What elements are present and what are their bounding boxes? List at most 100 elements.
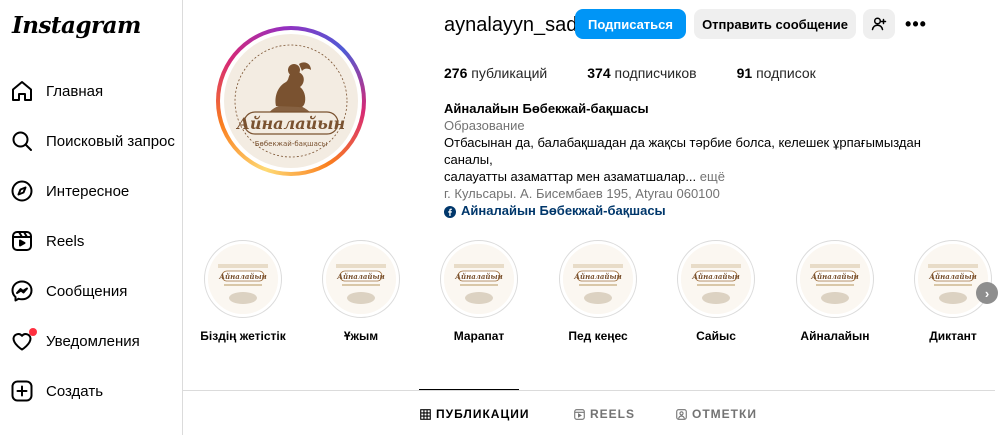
highlight-thumb-text: Айналайын (573, 272, 621, 281)
highlight-item[interactable]: Айналайын Сайыс (677, 240, 755, 343)
bio-text-line2: салауатты азаматтар мен азаматшалар... (444, 169, 697, 184)
highlight-thumb-text: Айналайын (928, 272, 976, 281)
compass-icon (10, 179, 34, 203)
profile-username: aynalayyn_sad (444, 14, 578, 36)
bio-link-text: Айналайын Бөбекжай-бақшасы (461, 203, 666, 218)
sidebar-item-label: Reels (46, 232, 85, 250)
more-options-button[interactable]: ••• (905, 13, 927, 35)
highlight-ring: Айналайын (322, 240, 400, 318)
highlight-thumb-text: Айналайын (691, 272, 739, 281)
facebook-icon (444, 205, 456, 218)
bio-text-line2-wrap: салауатты азаматтар мен азаматшалар... е… (444, 168, 964, 185)
highlight-label: Ұжым (343, 329, 379, 343)
highlight-item[interactable]: Айналайын Ұжым (322, 240, 400, 343)
bio-full-name: Айналайын Бөбекжай-бақшасы (444, 101, 649, 116)
avatar-ring-gap: Айналайын Бөбекжай-бақшасы (220, 30, 362, 172)
posts-label: публикаций (471, 65, 548, 81)
tagged-icon (676, 408, 687, 420)
avatar-logo-image: Айналайын Бөбекжай-бақшасы (224, 34, 358, 168)
profile-stats: 276 публикаций 374 подписчиков 91 подпис… (444, 65, 856, 81)
posts-count: 276 (444, 65, 468, 81)
profile-avatar[interactable]: Айналайын Бөбекжай-бақшасы (216, 26, 366, 176)
highlight-ring: Айналайын (204, 240, 282, 318)
followers-count: 374 (587, 65, 611, 81)
highlight-ring: Айналайын (559, 240, 637, 318)
following-stat[interactable]: 91 подписок (737, 65, 816, 81)
grid-icon (420, 408, 431, 420)
tab-label: ОТМЕТКИ (692, 407, 757, 421)
tab-reels[interactable]: REELS (574, 407, 635, 421)
sidebar-item-notifications[interactable]: Уведомления (10, 321, 140, 361)
highlight-label: Пед кеңес (568, 329, 628, 343)
highlight-thumb-text: Айналайын (810, 272, 858, 281)
highlight-item[interactable]: Айналайын Біздің жетістік (200, 240, 286, 343)
sidebar-item-label: Главная (46, 82, 104, 100)
highlight-thumb-text: Айналайын (218, 272, 266, 281)
highlight-thumbnail: Айналайын (918, 244, 988, 314)
bio-text-line1: Отбасынан да, балабақшадан да жақсы тәрб… (444, 135, 921, 167)
instagram-logo[interactable]: Instagram (12, 12, 141, 39)
followers-label: подписчиков (614, 65, 697, 81)
highlight-thumbnail: Айналайын (681, 244, 751, 314)
highlight-label: Айналайын (800, 329, 870, 343)
highlight-thumbnail: Айналайын (563, 244, 633, 314)
highlight-item[interactable]: Айналайын Марапат (440, 240, 518, 343)
highlight-label: Сайыс (696, 329, 736, 343)
tab-posts[interactable]: ПУБЛИКАЦИИ (420, 407, 529, 421)
tab-tagged[interactable]: ОТМЕТКИ (676, 407, 757, 421)
highlight-label: Диктант (929, 329, 977, 343)
bio-category: Образование (444, 118, 525, 133)
highlight-thumbnail: Айналайын (326, 244, 396, 314)
bio-facebook-link[interactable]: Айналайын Бөбекжай-бақшасы (444, 202, 964, 219)
suggest-users-button[interactable] (863, 9, 895, 39)
tab-label: ПУБЛИКАЦИИ (436, 407, 530, 421)
reels-icon (574, 408, 585, 420)
home-icon (10, 79, 34, 103)
search-icon (10, 129, 34, 153)
highlight-ring: Айналайын (677, 240, 755, 318)
send-message-button[interactable]: Отправить сообщение (694, 9, 856, 39)
highlight-ring: Айналайын (914, 240, 992, 318)
notification-dot (29, 328, 37, 336)
add-user-icon (871, 16, 887, 32)
sidebar-item-label: Создать (46, 382, 104, 400)
avatar-title-text: Айналайын (236, 114, 345, 133)
tabs-divider (183, 390, 995, 391)
following-count: 91 (736, 65, 753, 81)
bio-more-link[interactable]: ещё (700, 169, 725, 184)
highlights-next-button[interactable]: › (976, 282, 998, 304)
sidebar-item-messages[interactable]: Сообщения (10, 271, 127, 311)
sidebar-item-label: Уведомления (46, 332, 140, 350)
highlight-ring: Айналайын (440, 240, 518, 318)
highlight-item[interactable]: Айналайын Айналайын (796, 240, 874, 343)
highlight-ring: Айналайын (796, 240, 874, 318)
posts-stat: 276 публикаций (444, 65, 547, 81)
highlight-label: Біздің жетістік (200, 329, 286, 343)
follow-button[interactable]: Подписаться (575, 9, 686, 39)
followers-stat[interactable]: 374 подписчиков (587, 65, 696, 81)
highlight-thumbnail: Айналайын (800, 244, 870, 314)
tab-label: REELS (590, 407, 636, 421)
bio-address[interactable]: г. Кульсары. А. Бисембаев 195, Atyrau 06… (444, 185, 964, 202)
highlight-thumbnail: Айналайын (208, 244, 278, 314)
reels-icon (10, 229, 34, 253)
messenger-icon (10, 279, 34, 303)
sidebar-item-reels[interactable]: Reels (10, 221, 84, 261)
sidebar-item-explore[interactable]: Интересное (10, 171, 129, 211)
chevron-right-icon: › (984, 285, 990, 301)
highlight-thumb-text: Айналайын (454, 272, 502, 281)
heart-icon (10, 328, 37, 353)
highlight-thumbnail: Айналайын (444, 244, 514, 314)
sidebar: Instagram Главная Поисковый запрос Интер… (0, 0, 183, 435)
profile-bio: Айналайын Бөбекжай-бақшасы Образование О… (444, 100, 964, 219)
highlight-thumb-text: Айналайын (336, 272, 384, 281)
sidebar-item-home[interactable]: Главная (10, 71, 103, 111)
sidebar-item-create[interactable]: Создать (10, 371, 103, 411)
sidebar-item-label: Поисковый запрос (46, 132, 175, 150)
sidebar-item-search[interactable]: Поисковый запрос (10, 121, 175, 161)
active-tab-indicator (419, 389, 519, 390)
highlight-label: Марапат (453, 329, 505, 343)
plus-square-icon (10, 379, 34, 403)
highlight-item[interactable]: Айналайын Пед кеңес (559, 240, 637, 343)
following-label: подписок (756, 65, 816, 81)
